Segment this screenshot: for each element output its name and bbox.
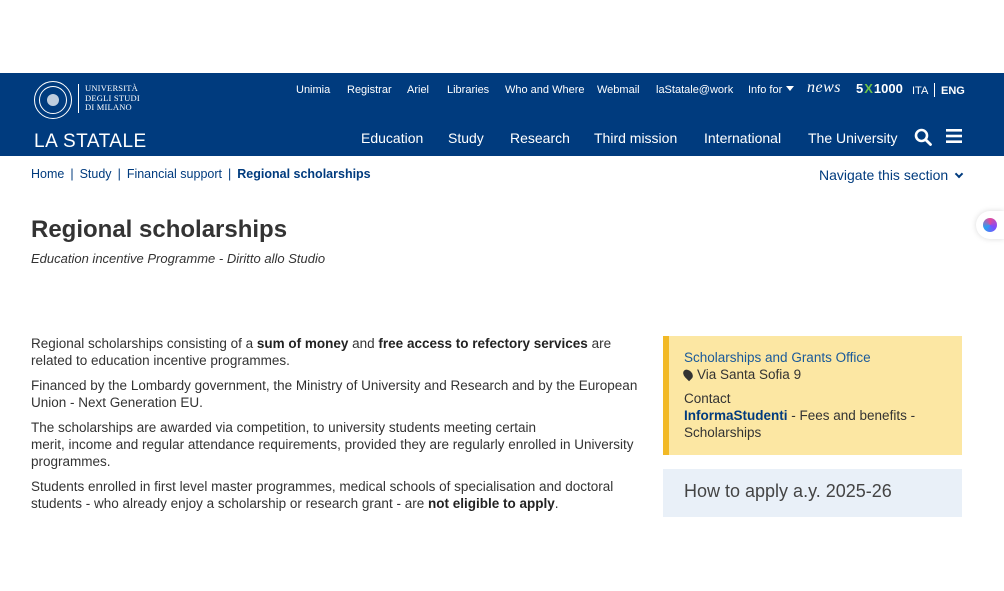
how-to-apply-button[interactable]: How to apply a.y. 2025-26 [663,469,962,517]
text-bold: sum of money [256,336,349,351]
hamburger-menu-icon[interactable] [946,129,962,143]
office-link[interactable]: Scholarships and Grants Office [684,349,962,366]
five-x-mark: X [864,81,873,96]
contact-line: InformaStudenti - Fees and benefits - Sc… [684,408,915,440]
university-name-line: DI MILANO [85,102,132,112]
page-title: Regional scholarships [31,216,288,243]
main-content: Regional scholarships consisting of a su… [31,335,643,520]
text-run: The scholarships are awarded via competi… [31,420,537,435]
five-prefix: 5 [856,81,864,96]
breadcrumb: Home | Study | Financial support | Regional sc… [31,167,371,181]
text-run: . [554,496,559,511]
breadcrumb-separator: | [70,167,74,181]
office-info-box: Scholarships and Grants Office Via Santa… [663,336,962,455]
site-header: UNIVERSITÀ DEGLI STUDI DI MILANO LA STAT… [0,73,1004,156]
utility-nav: Unimia Registrar Ariel Libraries Who and… [0,84,1004,100]
news-link[interactable]: news [807,79,841,97]
breadcrumb-separator: | [117,167,121,181]
five-suffix: 1000 [873,81,903,96]
navigate-section-label: Navigate this section [819,167,949,183]
brain-icon [983,218,997,232]
brand-name: LA STATALE [34,131,147,152]
nav-third-mission[interactable]: Third mission [594,130,677,146]
text-run: and [348,336,379,351]
language-divider [934,83,935,97]
paragraph-eligibility: Students enrolled in first level master … [31,478,643,512]
nav-the-university[interactable]: The University [808,130,897,146]
util-link-registrar[interactable]: Registrar [347,84,392,96]
breadcrumb-study[interactable]: Study [80,167,112,181]
paragraph-requirements: The scholarships are awarded via competi… [31,419,643,470]
paragraph-funding: Financed by the Lombardy government, the… [31,378,638,410]
address-text: Via Santa Sofia 9 [697,367,802,382]
office-address: Via Santa Sofia 9 [681,366,962,383]
caret-down-icon [786,86,795,91]
nav-research[interactable]: Research [510,130,570,146]
text-run: Regional scholarships consisting of a [31,336,257,351]
info-for-dropdown[interactable]: Info for [748,84,795,96]
navigate-section-dropdown[interactable]: Navigate this section [819,167,964,183]
util-link-who-and-where[interactable]: Who and Where [505,84,584,96]
five-per-mille-link[interactable]: 5X1000 [856,81,903,96]
info-for-label: Info for [748,84,783,96]
accessibility-widget-button[interactable] [976,211,1004,239]
language-eng[interactable]: ENG [941,85,965,97]
breadcrumb-separator: | [228,167,232,181]
util-link-libraries[interactable]: Libraries [447,84,489,96]
nav-education[interactable]: Education [361,130,423,146]
search-icon[interactable] [914,128,932,146]
text-bold: not eligible to apply [427,496,555,511]
util-link-unimia[interactable]: Unimia [296,84,330,96]
breadcrumb-financial-support[interactable]: Financial support [127,167,222,181]
paragraph-intro: Regional scholarships consisting of a su… [31,335,643,369]
breadcrumb-home[interactable]: Home [31,167,64,181]
language-ita[interactable]: ITA [912,85,928,97]
util-link-webmail[interactable]: Webmail [597,84,640,96]
chevron-down-icon [954,169,964,179]
text-run: merit, income and regular attendance req… [31,437,634,469]
text-bold: free access to refectory services [378,336,588,351]
breadcrumb-current: Regional scholarships [237,167,371,181]
map-pin-icon [681,367,695,382]
informastudenti-link[interactable]: InformaStudenti [684,408,788,423]
nav-study[interactable]: Study [448,130,484,146]
util-link-lastatale-work[interactable]: laStatale@work [656,84,733,96]
contact-label: Contact [684,391,731,406]
page-subtitle: Education incentive Programme - Diritto … [31,251,326,266]
nav-international[interactable]: International [704,130,781,146]
util-link-ariel[interactable]: Ariel [407,84,429,96]
